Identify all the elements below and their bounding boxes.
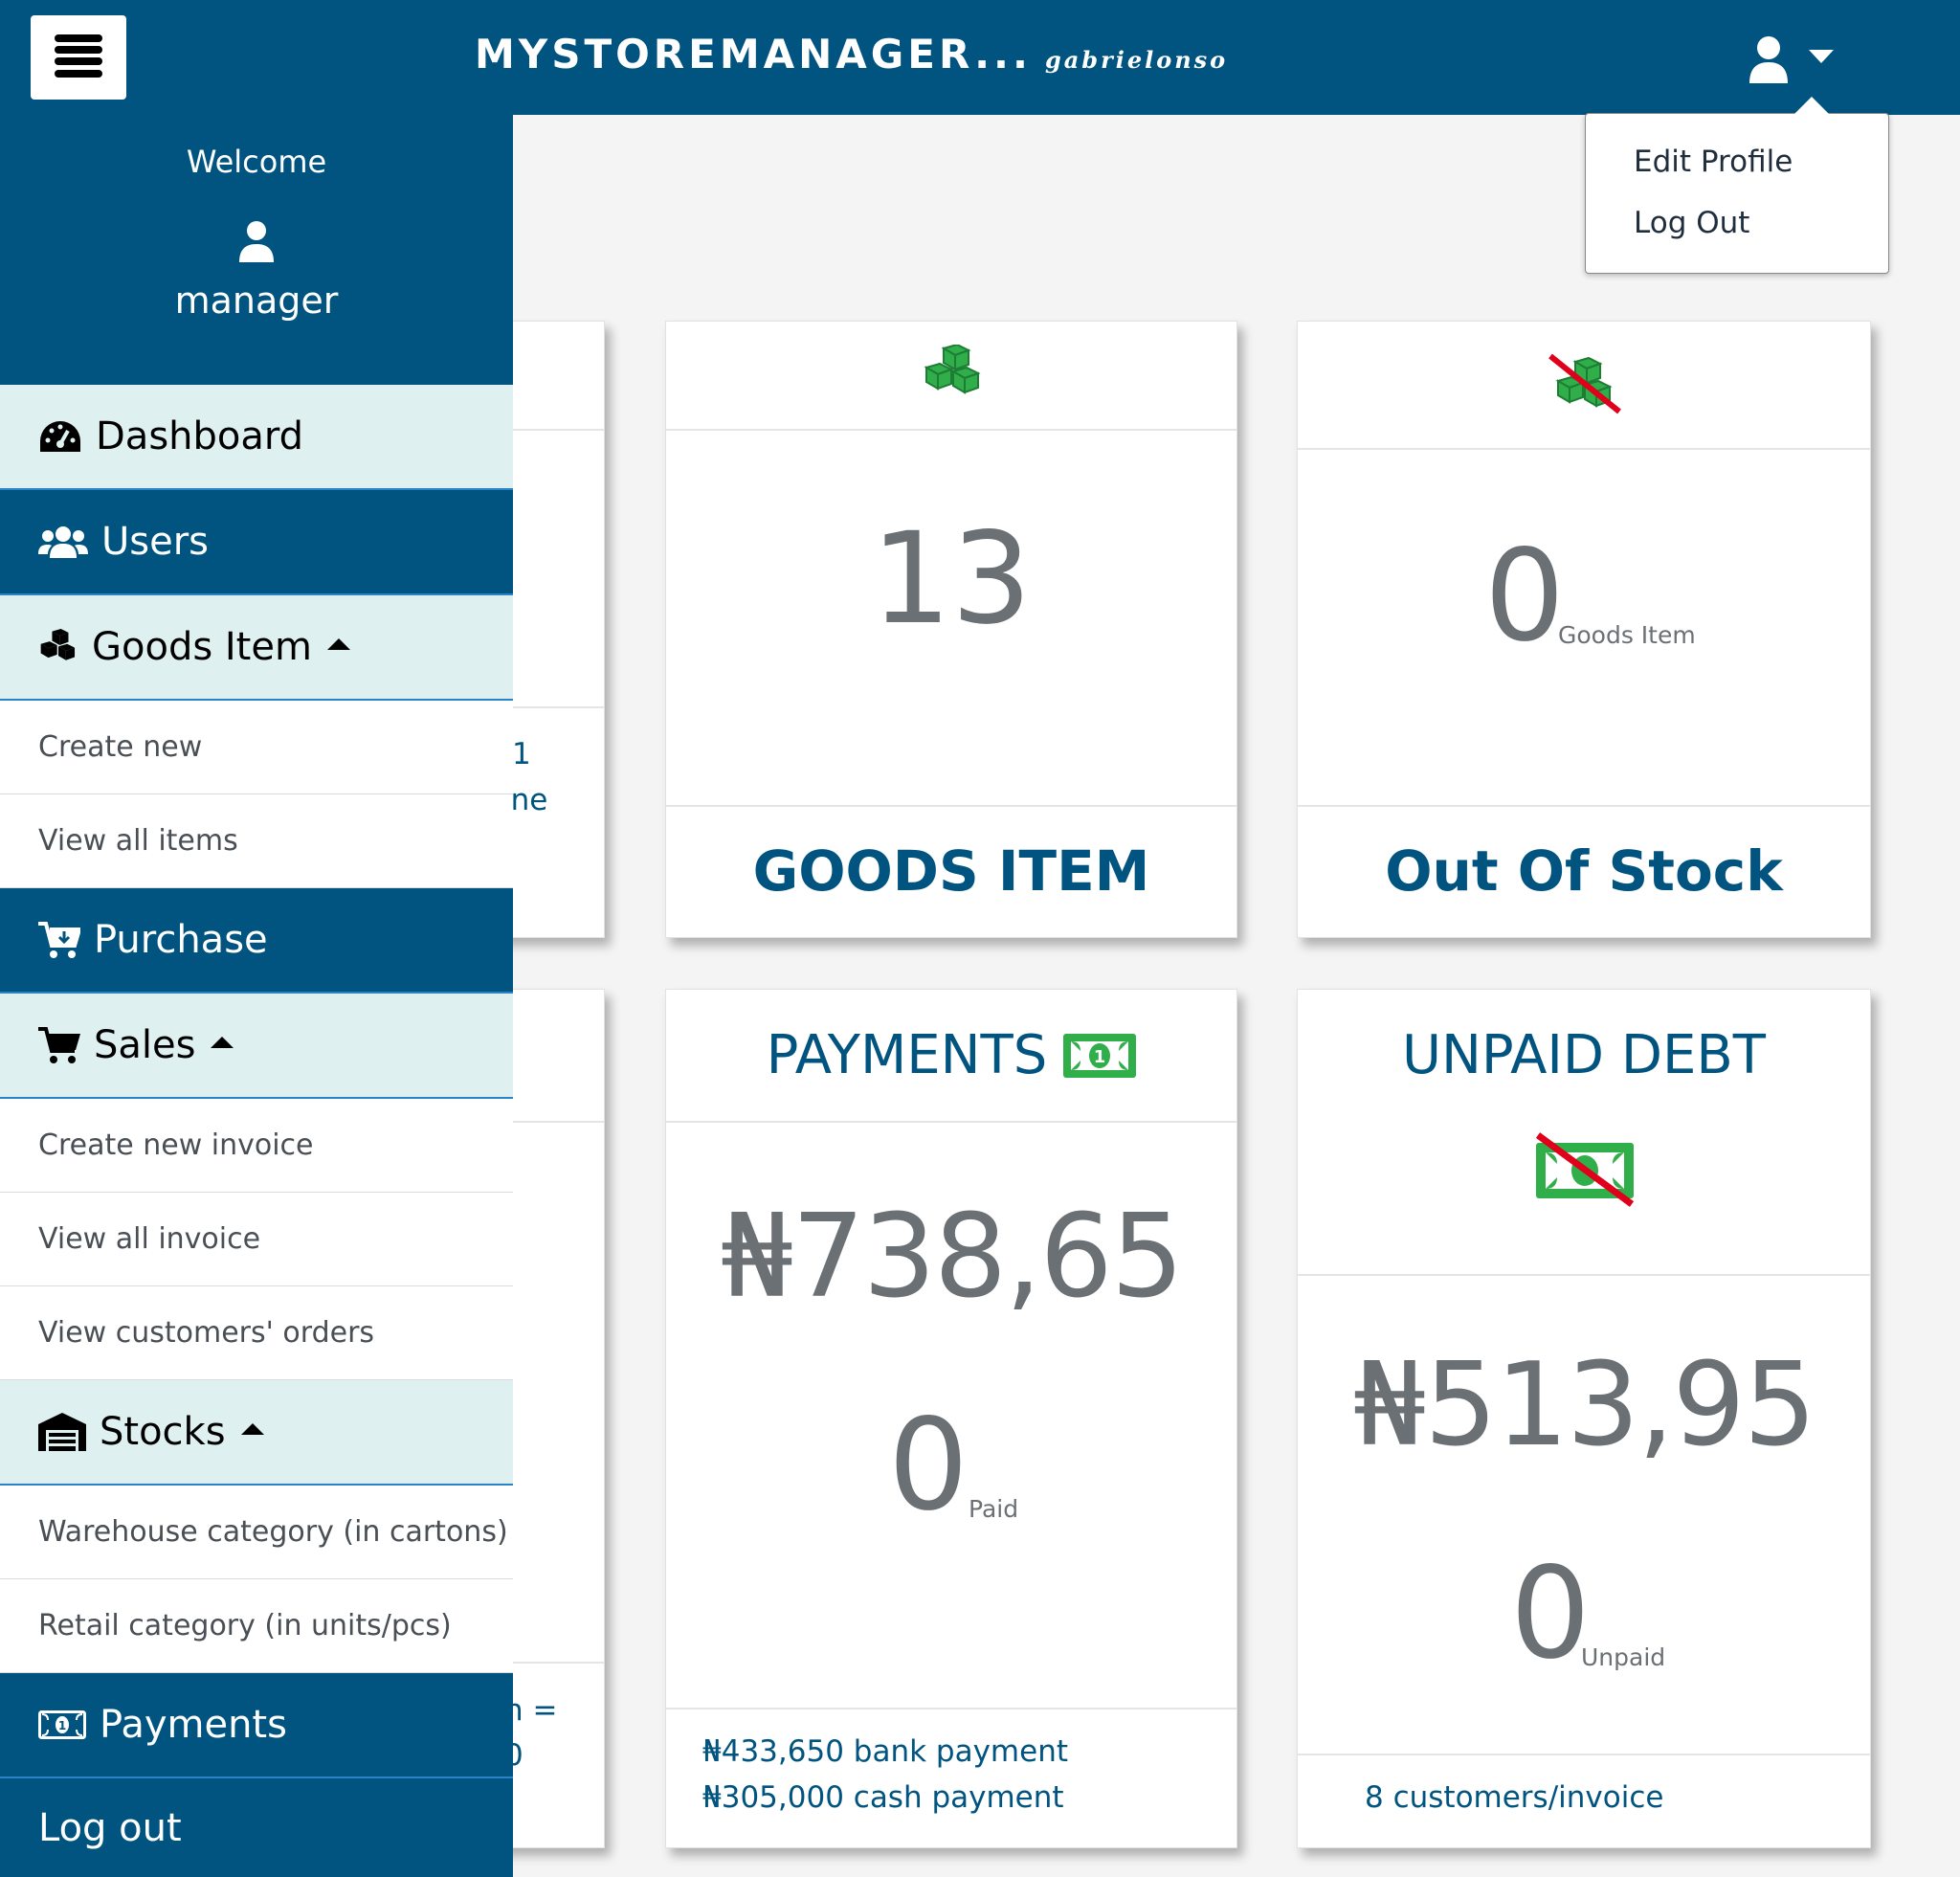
money-bill-icon: 1	[1063, 1033, 1137, 1078]
sidebar-subitem-retail-category[interactable]: Retail category (in units/pcs)	[0, 1579, 513, 1673]
app-brand[interactable]: MYSTOREMANAGER... gabrielonso	[475, 31, 1228, 78]
header-username: gabrielonso	[1044, 46, 1229, 74]
money-bill-slash-icon	[1535, 1132, 1635, 1207]
sidebar-role: manager	[174, 279, 339, 322]
caret-up-icon	[326, 638, 350, 650]
unpaid-debt-amount: ₦513,95	[1352, 1339, 1816, 1472]
unpaid-debt-card[interactable]: UNPAID DEBT ₦513,95 0 Unpaid 8 customers…	[1297, 989, 1871, 1848]
user-icon	[239, 221, 274, 262]
goods-item-title: GOODS ITEM	[752, 838, 1150, 904]
caret-down-icon	[1809, 50, 1834, 63]
svg-text:1: 1	[58, 1719, 66, 1732]
hidden-card-text-1: 1	[512, 737, 531, 771]
user-menu-toggle[interactable]	[1742, 33, 1838, 86]
cubes-icon	[38, 629, 78, 665]
sidebar-label-dashboard: Dashboard	[96, 414, 304, 458]
user-icon	[1749, 36, 1788, 83]
goods-item-card[interactable]: 13 GOODS ITEM	[665, 321, 1237, 938]
payments-card[interactable]: PAYMENTS 1 ₦738,65 0 Paid ₦433,650 bank …	[665, 989, 1237, 1848]
app-name: MYSTOREMANAGER...	[475, 31, 1032, 78]
sidebar-subitem-create-new[interactable]: Create new	[0, 701, 513, 794]
bank-payment-link[interactable]: ₦433,650 bank payment	[702, 1734, 1068, 1769]
sidebar-label-logout: Log out	[38, 1805, 182, 1850]
caret-up-icon	[211, 1037, 234, 1048]
payments-amount: ₦738,65	[720, 1191, 1184, 1324]
sidebar-item-stocks[interactable]: Stocks	[0, 1380, 513, 1486]
sidebar-label-sales: Sales	[94, 1023, 196, 1067]
cash-payment-link[interactable]: ₦305,000 cash payment	[702, 1780, 1064, 1815]
edit-profile-link[interactable]: Edit Profile	[1634, 145, 1793, 179]
customers-invoice-link[interactable]: 8 customers/invoice	[1365, 1780, 1663, 1815]
out-of-stock-card[interactable]: 0 Goods Item Out Of Stock	[1297, 321, 1871, 938]
sidebar-label-purchase: Purchase	[94, 918, 268, 962]
sidebar-label-stocks: Stocks	[100, 1410, 226, 1454]
sidebar-item-payments[interactable]: 1 Payments	[0, 1673, 513, 1778]
payments-title: PAYMENTS	[766, 1024, 1048, 1086]
payments-header: PAYMENTS 1	[666, 1024, 1236, 1086]
sidebar-label-goods: Goods Item	[92, 625, 312, 669]
hidden-card-bottom-left: h = 0	[498, 989, 605, 1848]
out-of-stock-count: 0	[1484, 523, 1565, 670]
unpaid-count-label: Unpaid	[1581, 1643, 1666, 1671]
sidebar-item-users[interactable]: Users	[0, 490, 513, 595]
svg-text:1: 1	[1094, 1047, 1106, 1067]
money-bill-icon: 1	[38, 1710, 86, 1739]
tachometer-icon	[38, 419, 82, 454]
hidden-card-top-left: 1 ine	[498, 321, 605, 938]
sidebar-subitem-warehouse-category[interactable]: Warehouse category (in cartons)	[0, 1486, 513, 1579]
cubes-icon	[924, 345, 981, 394]
payments-count-label: Paid	[969, 1495, 1019, 1523]
unpaid-debt-title: UNPAID DEBT	[1402, 1024, 1766, 1086]
sidebar-item-purchase[interactable]: Purchase	[0, 888, 513, 994]
sidebar: Welcome manager Dashboard Users Goods It…	[0, 115, 513, 1877]
sidebar-label-users: Users	[101, 520, 210, 564]
sidebar-item-dashboard[interactable]: Dashboard	[0, 385, 513, 490]
out-of-stock-unit: Goods Item	[1558, 621, 1696, 649]
sidebar-subitem-view-invoice[interactable]: View all invoice	[0, 1193, 513, 1286]
unpaid-count: 0	[1510, 1540, 1591, 1687]
sidebar-item-logout[interactable]: Log out	[0, 1778, 513, 1877]
sidebar-subitem-create-invoice[interactable]: Create new invoice	[0, 1099, 513, 1193]
user-dropdown-menu: Edit Profile Log Out	[1585, 97, 1889, 274]
users-icon	[38, 525, 88, 558]
cart-plus-icon	[38, 921, 80, 959]
sidebar-label-payments: Payments	[100, 1703, 287, 1747]
sidebar-subitem-view-all-items[interactable]: View all items	[0, 794, 513, 888]
logout-link[interactable]: Log Out	[1634, 206, 1749, 240]
cubes-slash-icon	[1548, 353, 1621, 414]
sidebar-item-goods[interactable]: Goods Item	[0, 595, 513, 701]
top-navbar: MYSTOREMANAGER... gabrielonso	[0, 0, 1960, 115]
sidebar-welcome: Welcome	[186, 144, 327, 180]
caret-up-icon	[240, 1423, 264, 1435]
hamburger-icon[interactable]	[31, 15, 126, 100]
sidebar-item-sales[interactable]: Sales	[0, 994, 513, 1099]
shopping-cart-icon	[38, 1026, 80, 1064]
goods-item-count: 13	[871, 505, 1032, 653]
out-of-stock-title: Out Of Stock	[1385, 838, 1783, 904]
warehouse-icon	[38, 1413, 86, 1451]
sidebar-subitem-customers-orders[interactable]: View customers' orders	[0, 1286, 513, 1380]
payments-count: 0	[888, 1392, 969, 1539]
